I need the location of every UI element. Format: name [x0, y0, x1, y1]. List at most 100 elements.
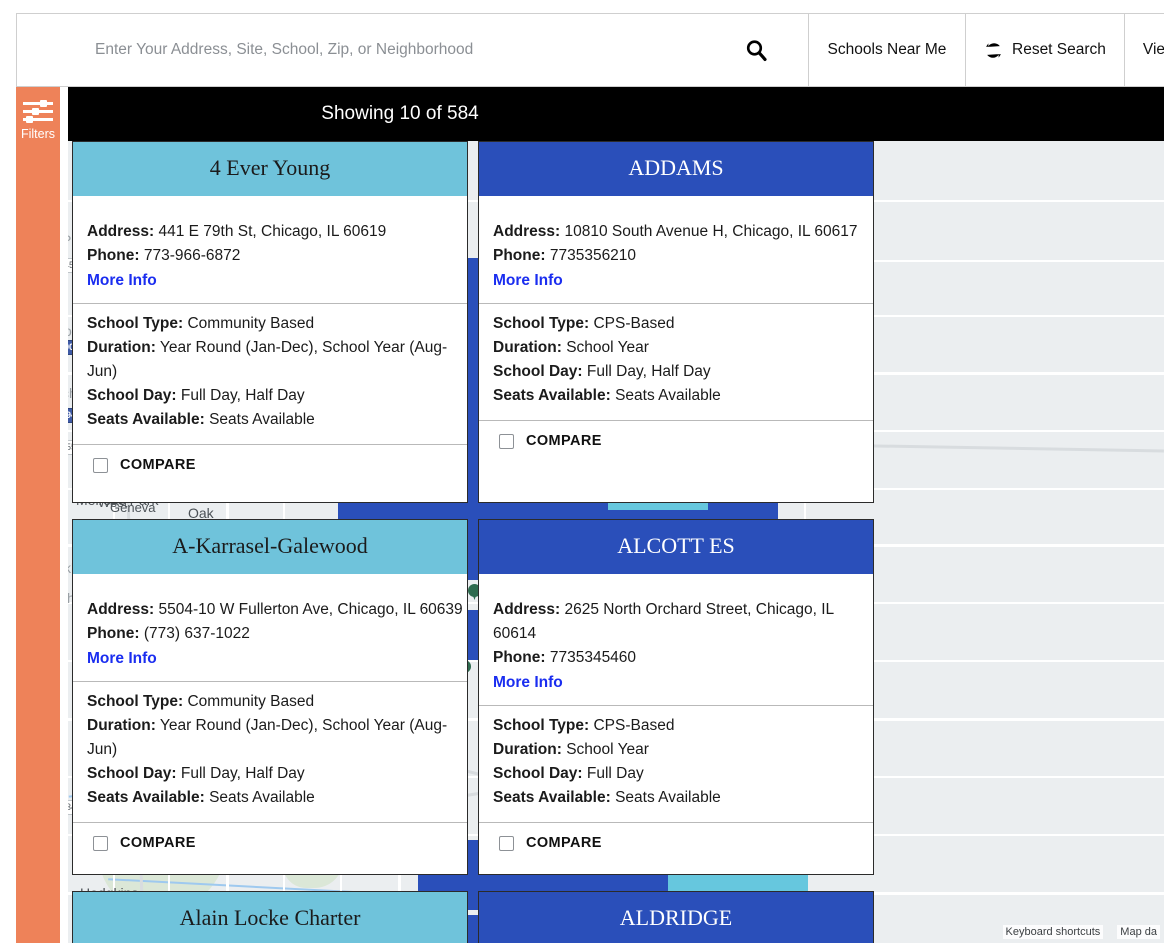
address-label: Address:: [493, 223, 561, 241]
view-label: View: [1142, 41, 1164, 58]
phone-row: Phone: (773) 637-1022: [87, 622, 453, 646]
address-row: Address: 2625 North Orchard Street, Chic…: [493, 598, 859, 646]
school-type-value: CPS-Based: [593, 717, 675, 735]
seats-row: Seats Available: Seats Available: [493, 384, 859, 408]
school-card-title: Alain Locke Charter: [73, 892, 467, 943]
seats-label: Seats Available:: [87, 411, 205, 429]
address-value: 5504-10 W Fullerton Ave, Chicago, IL 606…: [158, 601, 463, 619]
school-card-compare: COMPARE: [479, 420, 873, 467]
phone-label: Phone:: [493, 649, 546, 667]
address-row: Address: 10810 South Avenue H, Chicago, …: [493, 220, 859, 244]
school-type-row: School Type: Community Based: [87, 690, 453, 714]
duration-value: School Year: [566, 339, 649, 357]
phone-value: 773-966-6872: [143, 247, 241, 265]
school-card[interactable]: ALCOTT ES Address: 2625 North Orchard St…: [478, 519, 874, 875]
school-card-title: 4 Ever Young: [73, 142, 467, 197]
results-count-bar: Showing 10 of 584: [68, 87, 1164, 141]
filters-rail[interactable]: Filters: [16, 87, 60, 943]
search-input[interactable]: [95, 41, 735, 59]
school-day-label: School Day:: [493, 363, 583, 381]
school-card-details: School Type: CPS-Based Duration: School …: [479, 705, 873, 822]
school-type-label: School Type:: [493, 315, 590, 333]
school-day-row: School Day: Full Day, Half Day: [87, 762, 453, 786]
app-root: Glenview Wilmette Golf Morton Grove Skok…: [0, 0, 1164, 943]
duration-label: Duration:: [493, 339, 562, 357]
seats-value: Seats Available: [209, 411, 315, 429]
address-row: Address: 5504-10 W Fullerton Ave, Chicag…: [87, 598, 463, 622]
school-type-row: School Type: CPS-Based: [493, 312, 859, 336]
view-button[interactable]: View: [1123, 14, 1164, 86]
schools-near-me-button[interactable]: Schools Near Me: [808, 14, 965, 86]
school-card[interactable]: ALDRIDGE: [478, 891, 874, 943]
reset-search-button[interactable]: Reset Search: [965, 14, 1124, 86]
school-card[interactable]: ADDAMS Address: 10810 South Avenue H, Ch…: [478, 141, 874, 503]
school-card-details: School Type: CPS-Based Duration: School …: [479, 303, 873, 420]
school-day-value: Full Day, Half Day: [586, 363, 711, 381]
school-day-label: School Day:: [493, 765, 583, 783]
phone-label: Phone:: [87, 247, 140, 265]
school-type-value: CPS-Based: [593, 315, 675, 333]
search-icon[interactable]: [742, 36, 770, 64]
duration-row: Duration: Year Round (Jan-Dec), School Y…: [87, 714, 453, 762]
phone-row: Phone: 7735345460: [493, 646, 859, 670]
school-type-label: School Type:: [493, 717, 590, 735]
seats-value: Seats Available: [615, 789, 721, 807]
school-card-title: A-Karrasel-Galewood: [73, 520, 467, 575]
phone-row: Phone: 773-966-6872: [87, 244, 453, 268]
address-label: Address:: [493, 601, 561, 619]
compare-checkbox[interactable]: [499, 835, 514, 851]
phone-label: Phone:: [87, 625, 140, 643]
results-count-text: Showing 10 of 584: [321, 103, 479, 124]
school-day-value: Full Day, Half Day: [180, 765, 305, 783]
school-card-details: School Type: Community Based Duration: Y…: [73, 681, 467, 822]
school-card[interactable]: A-Karrasel-Galewood Address: 5504-10 W F…: [72, 519, 468, 875]
address-row: Address: 441 E 79th St, Chicago, IL 6061…: [87, 220, 453, 244]
duration-label: Duration:: [87, 339, 156, 357]
phone-value: 7735345460: [549, 649, 637, 667]
school-card-title: ADDAMS: [479, 142, 873, 197]
school-card-contact: Address: 441 E 79th St, Chicago, IL 6061…: [73, 196, 467, 303]
school-card-title: ALDRIDGE: [479, 892, 873, 943]
phone-row: Phone: 7735356210: [493, 244, 859, 268]
school-day-value: Full Day: [586, 765, 644, 783]
phone-value: (773) 637-1022: [143, 625, 250, 643]
keyboard-shortcuts-label[interactable]: Keyboard shortcuts: [1002, 925, 1104, 939]
school-type-row: School Type: Community Based: [87, 312, 453, 336]
duration-value: School Year: [566, 741, 649, 759]
seats-value: Seats Available: [209, 789, 315, 807]
refresh-icon: [984, 41, 1003, 60]
school-type-value: Community Based: [187, 693, 315, 711]
school-card-contact: Address: 10810 South Avenue H, Chicago, …: [479, 196, 873, 303]
compare-checkbox[interactable]: [499, 433, 514, 449]
compare-checkbox[interactable]: [93, 835, 108, 851]
duration-label: Duration:: [493, 741, 562, 759]
school-day-row: School Day: Full Day, Half Day: [87, 384, 453, 408]
school-day-label: School Day:: [87, 387, 177, 405]
school-results-grid[interactable]: 4 Ever Young Address: 441 E 79th St, Chi…: [68, 141, 878, 943]
school-card-compare: COMPARE: [479, 822, 873, 869]
compare-label: COMPARE: [120, 835, 196, 852]
reset-search-label: Reset Search: [1012, 41, 1106, 58]
school-type-label: School Type:: [87, 693, 184, 711]
seats-row: Seats Available: Seats Available: [87, 786, 453, 810]
school-card-compare: COMPARE: [73, 822, 467, 869]
more-info-link[interactable]: More Info: [493, 269, 563, 293]
more-info-link[interactable]: More Info: [87, 647, 157, 671]
school-day-value: Full Day, Half Day: [180, 387, 305, 405]
more-info-link[interactable]: More Info: [493, 671, 563, 695]
address-label: Address:: [87, 601, 155, 619]
filters-label: Filters: [20, 127, 56, 141]
school-type-value: Community Based: [187, 315, 315, 333]
school-card[interactable]: 4 Ever Young Address: 441 E 79th St, Chi…: [72, 141, 468, 503]
duration-row: Duration: School Year: [493, 738, 859, 762]
phone-value: 7735356210: [549, 247, 637, 265]
more-info-link[interactable]: More Info: [87, 269, 157, 293]
schools-near-me-label: Schools Near Me: [827, 41, 947, 58]
school-type-label: School Type:: [87, 315, 184, 333]
duration-label: Duration:: [87, 717, 156, 735]
school-card[interactable]: Alain Locke Charter: [72, 891, 468, 943]
school-card-details: School Type: Community Based Duration: Y…: [73, 303, 467, 444]
seats-label: Seats Available:: [493, 789, 611, 807]
compare-checkbox[interactable]: [93, 457, 108, 473]
compare-label: COMPARE: [120, 457, 196, 474]
